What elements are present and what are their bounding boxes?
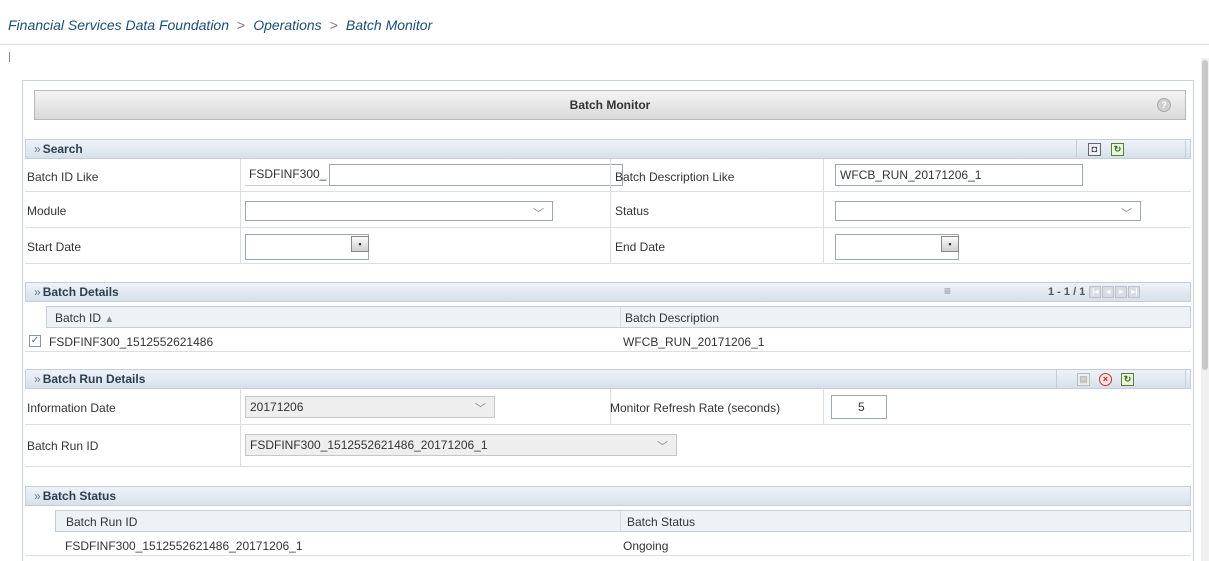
batch-details-section-title: Batch Details: [42, 285, 119, 299]
batch-details-section-header[interactable]: » Batch Details ≡ 1 - 1 / 1 |◂ ◂ ▸ ▸|: [25, 282, 1191, 302]
batch-details-header-row: Batch ID ▲ Batch Description: [46, 306, 1191, 328]
divider: [620, 511, 621, 531]
report-icon: ▤: [1077, 373, 1090, 386]
batch-status-cell: Ongoing: [623, 539, 669, 553]
divider: [240, 425, 241, 467]
information-date-value: 20171206: [250, 400, 304, 414]
page-title-bar: Batch Monitor ?: [34, 90, 1186, 120]
chevron-down-icon: ﹀: [657, 441, 668, 453]
start-date-label: Start Date: [27, 240, 82, 254]
batch-run-details-section-header[interactable]: » Batch Run Details ▤ × ↻: [25, 369, 1191, 389]
batch-status-section-header[interactable]: » Batch Status: [25, 486, 1191, 506]
vertical-scrollbar[interactable]: [1201, 58, 1209, 561]
batch-description-label: Batch Description Like: [615, 170, 735, 184]
batch-run-id-select[interactable]: FSDFINF300_1512552621486_20171206_1 ﹀: [245, 434, 677, 456]
divider: [240, 389, 241, 425]
column-header-batch-description[interactable]: Batch Description: [625, 311, 719, 325]
search-section-title: Search: [42, 142, 83, 156]
module-label: Module: [27, 204, 67, 218]
export-icon[interactable]: ↻: [1111, 143, 1124, 156]
batch-run-row-2: Batch Run ID FSDFINF300_1512552621486_20…: [25, 425, 1191, 467]
breadcrumb: Financial Services Data Foundation > Opera…: [0, 0, 1209, 45]
breadcrumb-item-batch-monitor: Batch Monitor: [345, 17, 433, 33]
divider: [823, 192, 824, 228]
module-select[interactable]: ﹀: [245, 201, 553, 221]
collapse-chevron-icon[interactable]: »: [34, 285, 41, 299]
search-row-1: Batch ID Like FSDFINF300_ Batch Descript…: [25, 159, 1191, 192]
batch-status-section-title: Batch Status: [42, 489, 117, 503]
batch-id-prefix: FSDFINF300_: [249, 167, 327, 181]
refresh-rate-value: 5: [858, 400, 865, 414]
batch-description-input[interactable]: WFCB_RUN_20171206_1: [835, 164, 1083, 186]
monitor-refresh-rate-label: Monitor Refresh Rate (seconds): [610, 401, 781, 415]
divider: [823, 228, 824, 264]
batch-id-input[interactable]: [329, 164, 623, 186]
export-icon[interactable]: ↻: [1121, 373, 1134, 386]
divider: [240, 228, 241, 264]
divider: [240, 159, 241, 192]
stop-icon[interactable]: ×: [1099, 373, 1112, 386]
chevron-down-icon: ﹀: [475, 403, 486, 415]
column-header-batch-status[interactable]: Batch Status: [627, 515, 695, 529]
last-page-icon[interactable]: ▸|: [1128, 286, 1141, 299]
pager: 1 - 1 / 1 |◂ ◂ ▸ ▸|: [1048, 286, 1141, 299]
information-date-label: Information Date: [27, 401, 116, 415]
chevron-down-icon: ﹀: [1121, 208, 1132, 220]
table-row[interactable]: FSDFINF300_1512552621486_20171206_1 Ongo…: [25, 534, 1191, 556]
search-row-2: Module ﹀ Status ﹀: [25, 192, 1191, 228]
page-title: Batch Monitor: [569, 98, 651, 112]
batch-run-toolbar: ▤ × ↻: [1056, 370, 1186, 389]
collapse-chevron-icon[interactable]: »: [34, 142, 41, 156]
batch-run-row-1: Information Date 20171206 ﹀ Monitor Refr…: [25, 389, 1191, 425]
divider: [610, 228, 611, 264]
batch-run-id-cell: FSDFINF300_1512552621486_20171206_1: [65, 539, 303, 553]
calendar-icon[interactable]: ▪: [351, 236, 369, 252]
column-header-batch-id[interactable]: Batch ID ▲: [55, 311, 114, 325]
breadcrumb-item-fsdf[interactable]: Financial Services Data Foundation: [8, 17, 229, 33]
scrollbar-thumb[interactable]: [1202, 60, 1208, 370]
search-row-3: Start Date ▪ End Date ▪: [25, 228, 1191, 264]
batch-run-id-label: Batch Run ID: [27, 439, 99, 453]
status-label: Status: [615, 204, 650, 218]
sort-ascending-icon: ▲: [104, 314, 115, 325]
divider: [823, 389, 824, 425]
row-checkbox[interactable]: ✓: [29, 335, 41, 347]
calendar-icon[interactable]: ▪: [941, 236, 959, 252]
status-select[interactable]: ﹀: [835, 201, 1141, 221]
divider: [240, 192, 241, 228]
batch-description-cell: WFCB_RUN_20171206_1: [623, 335, 765, 349]
column-header-batch-run-id[interactable]: Batch Run ID: [66, 515, 137, 529]
help-icon[interactable]: ?: [1157, 98, 1171, 112]
view-icon[interactable]: ◘: [1088, 143, 1101, 156]
refresh-rate-input[interactable]: 5: [831, 395, 887, 419]
column-header-batch-id-label: Batch ID: [55, 311, 102, 325]
divider: [610, 192, 611, 228]
table-row[interactable]: ✓ FSDFINF300_1512552621486 WFCB_RUN_2017…: [25, 330, 1191, 352]
first-page-icon[interactable]: |◂: [1089, 286, 1102, 299]
batch-description-value: WFCB_RUN_20171206_1: [840, 168, 982, 182]
divider: [823, 159, 824, 192]
search-toolbar: ◘ ↻: [1076, 140, 1186, 159]
divider: [9, 52, 10, 62]
chevron-down-icon: ﹀: [533, 208, 544, 220]
next-page-icon[interactable]: ▸: [1115, 286, 1128, 299]
information-date-select[interactable]: 20171206 ﹀: [245, 396, 495, 418]
batch-id-label: Batch ID Like: [27, 170, 99, 184]
batch-run-details-section-title: Batch Run Details: [42, 372, 146, 386]
divider: [620, 307, 621, 327]
breadcrumb-separator: >: [237, 17, 246, 33]
batch-run-id-value: FSDFINF300_1512552621486_20171206_1: [250, 438, 488, 452]
breadcrumb-item-operations[interactable]: Operations: [253, 17, 321, 33]
batch-status-header-row: Batch Run ID Batch Status: [55, 510, 1191, 532]
filter-icon[interactable]: ≡: [944, 284, 951, 298]
collapse-chevron-icon[interactable]: »: [34, 372, 41, 386]
pager-count: 1 - 1 / 1: [1048, 286, 1086, 298]
batch-id-cell: FSDFINF300_1512552621486: [49, 335, 214, 349]
collapse-chevron-icon[interactable]: »: [34, 489, 41, 503]
breadcrumb-separator: >: [329, 17, 338, 33]
divider: [610, 159, 611, 192]
prev-page-icon[interactable]: ◂: [1102, 286, 1115, 299]
search-section-header[interactable]: » Search ◘ ↻: [25, 139, 1191, 159]
end-date-label: End Date: [615, 240, 666, 254]
